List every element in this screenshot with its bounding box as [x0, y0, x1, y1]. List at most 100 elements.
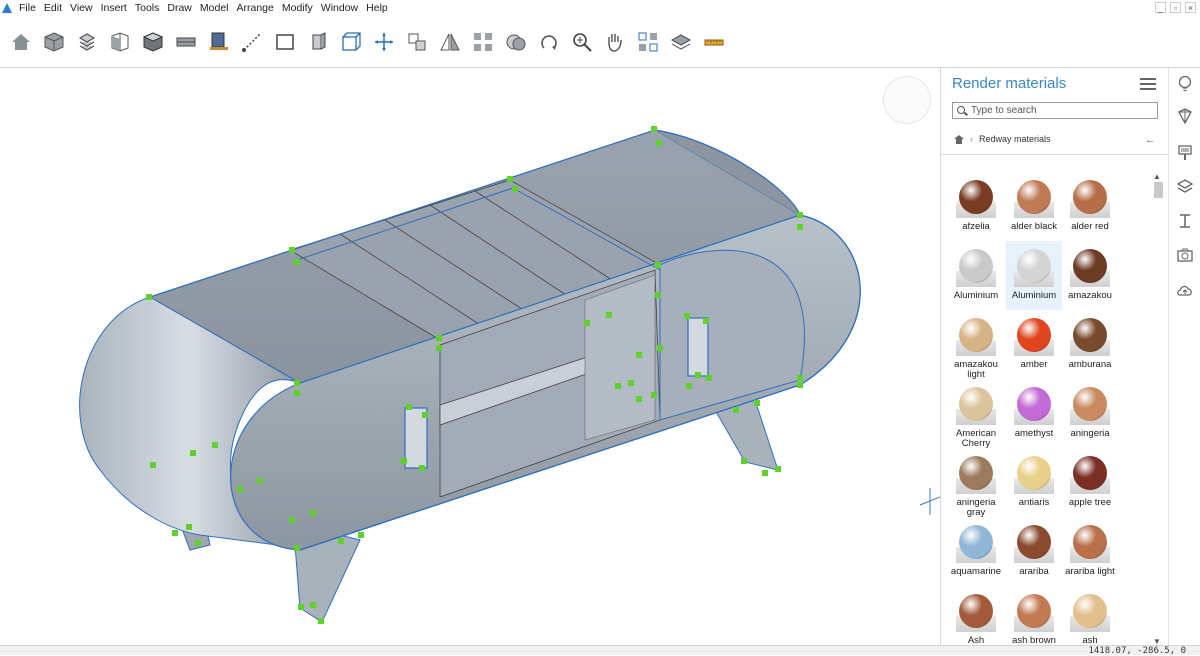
ruler-icon[interactable] — [701, 29, 727, 55]
material-item[interactable]: amazakou light — [946, 310, 1006, 380]
menu-insert[interactable]: Insert — [97, 0, 131, 16]
materials-row: amazakou light amber amburana — [946, 310, 1152, 380]
material-item[interactable]: alder red — [1062, 172, 1118, 241]
hamburger-menu-icon[interactable] — [1140, 78, 1156, 90]
box-3d-icon[interactable] — [338, 29, 364, 55]
cube-open-icon[interactable] — [107, 29, 133, 55]
menu-draw[interactable]: Draw — [163, 0, 196, 16]
material-item[interactable]: afzelia — [946, 172, 1006, 241]
maximize-button[interactable]: ▫ — [1170, 2, 1181, 13]
menu-arrange[interactable]: Arrange — [233, 0, 278, 16]
material-item[interactable]: amazakou — [1062, 241, 1118, 310]
line-icon[interactable] — [239, 29, 265, 55]
close-button[interactable]: × — [1185, 2, 1196, 13]
group-icon[interactable] — [635, 29, 661, 55]
material-item[interactable]: amethyst — [1006, 379, 1062, 448]
material-label: apple tree — [1068, 497, 1112, 508]
paint-brush-icon[interactable] — [1175, 143, 1195, 163]
material-item[interactable]: arariba light — [1062, 517, 1118, 586]
materials-row: aningeria gray antiaris apple tree — [946, 448, 1152, 518]
materials-row: aquamarine arariba arariba light — [946, 517, 1152, 586]
material-item[interactable]: amber — [1006, 310, 1062, 379]
copy-icon[interactable] — [404, 29, 430, 55]
menu-tools[interactable]: Tools — [131, 0, 164, 16]
material-thumbnail — [956, 523, 996, 563]
shield-diamond-icon[interactable] — [1175, 106, 1195, 126]
menu-window[interactable]: Window — [317, 0, 362, 16]
material-item[interactable]: American Cherry — [946, 379, 1006, 449]
rectangle-icon[interactable] — [272, 29, 298, 55]
cloud-upload-icon[interactable] — [1175, 280, 1195, 300]
material-item[interactable]: Aluminium — [946, 241, 1006, 310]
material-item[interactable]: arariba — [1006, 517, 1062, 586]
lightbulb-icon[interactable] — [1175, 74, 1195, 94]
material-thumbnail — [1070, 385, 1110, 425]
material-label: arariba — [1019, 566, 1049, 577]
material-item[interactable]: Aluminium — [1006, 241, 1062, 310]
extrude-icon[interactable] — [305, 29, 331, 55]
home-icon[interactable] — [8, 29, 34, 55]
cube-layers-icon[interactable] — [74, 29, 100, 55]
cabinet-model[interactable] — [0, 68, 940, 645]
material-item[interactable]: aquamarine — [946, 517, 1006, 586]
right-sidebar — [1168, 68, 1200, 645]
material-label: alder black — [1011, 221, 1057, 232]
search-input[interactable] — [971, 105, 1141, 116]
material-item[interactable]: alder black — [1006, 172, 1062, 241]
material-thumbnail — [1014, 592, 1054, 632]
materials-scrollbar[interactable]: ▲ ▼ — [1151, 172, 1163, 646]
material-label: arariba light — [1065, 566, 1115, 577]
pan-icon[interactable] — [602, 29, 628, 55]
material-thumbnail — [956, 178, 996, 218]
material-label: afzelia — [962, 221, 990, 232]
menu-model[interactable]: Model — [196, 0, 233, 16]
menu-modify[interactable]: Modify — [278, 0, 317, 16]
layers-icon[interactable] — [1175, 176, 1195, 196]
material-item[interactable]: antiaris — [1006, 448, 1062, 517]
material-thumbnail — [1070, 523, 1110, 563]
mirror-icon[interactable] — [437, 29, 463, 55]
menu-file[interactable]: File — [15, 0, 40, 16]
render-materials-panel: Render materials › Redway materials ← af… — [940, 68, 1169, 646]
scroll-thumb[interactable] — [1154, 182, 1163, 198]
scroll-up-icon[interactable]: ▲ — [1151, 172, 1163, 181]
cube-shaded-icon[interactable] — [41, 29, 67, 55]
breadcrumb-current[interactable]: Redway materials — [979, 134, 1051, 144]
material-label: antiaris — [1018, 497, 1050, 508]
status-bar: 1418.07, -286.5, 0 — [0, 645, 1200, 656]
combine-icon[interactable] — [503, 29, 529, 55]
material-thumbnail — [1014, 454, 1054, 494]
cube-solid-icon[interactable] — [140, 29, 166, 55]
material-thumbnail — [956, 385, 996, 425]
material-thumbnail — [956, 454, 996, 494]
array-icon[interactable] — [470, 29, 496, 55]
menu-edit[interactable]: Edit — [40, 0, 66, 16]
beam-icon[interactable] — [1175, 211, 1195, 231]
materials-grid: afzelia alder black alder red Aluminium Alum… — [946, 172, 1152, 655]
material-label: amburana — [1068, 359, 1112, 370]
material-item[interactable]: aningeria — [1062, 379, 1118, 448]
move-icon[interactable] — [371, 29, 397, 55]
menu-view[interactable]: View — [66, 0, 97, 16]
material-item[interactable]: amburana — [1062, 310, 1118, 379]
home-icon[interactable] — [954, 134, 964, 144]
material-item[interactable]: apple tree — [1062, 448, 1118, 517]
material-item[interactable]: aningeria gray — [946, 448, 1006, 518]
rotate-icon[interactable] — [536, 29, 562, 55]
minimize-button[interactable]: _ — [1155, 2, 1166, 13]
materials-row: Aluminium Aluminium amazakou — [946, 241, 1152, 310]
camera-icon[interactable] — [1175, 245, 1195, 265]
layer-icon[interactable] — [668, 29, 694, 55]
frame-pencil-icon[interactable] — [206, 29, 232, 55]
menu-help[interactable]: Help — [362, 0, 392, 16]
material-label: alder red — [1071, 221, 1109, 232]
back-arrow-icon[interactable]: ← — [1145, 134, 1156, 146]
material-label: Aluminium — [953, 290, 999, 301]
3d-viewport[interactable] — [0, 68, 940, 645]
material-thumbnail — [956, 247, 996, 287]
view-compass[interactable] — [883, 76, 931, 124]
panel-icon[interactable] — [173, 29, 199, 55]
material-label: aningeria gray — [956, 497, 996, 518]
zoom-icon[interactable] — [569, 29, 595, 55]
search-box[interactable] — [952, 102, 1158, 119]
